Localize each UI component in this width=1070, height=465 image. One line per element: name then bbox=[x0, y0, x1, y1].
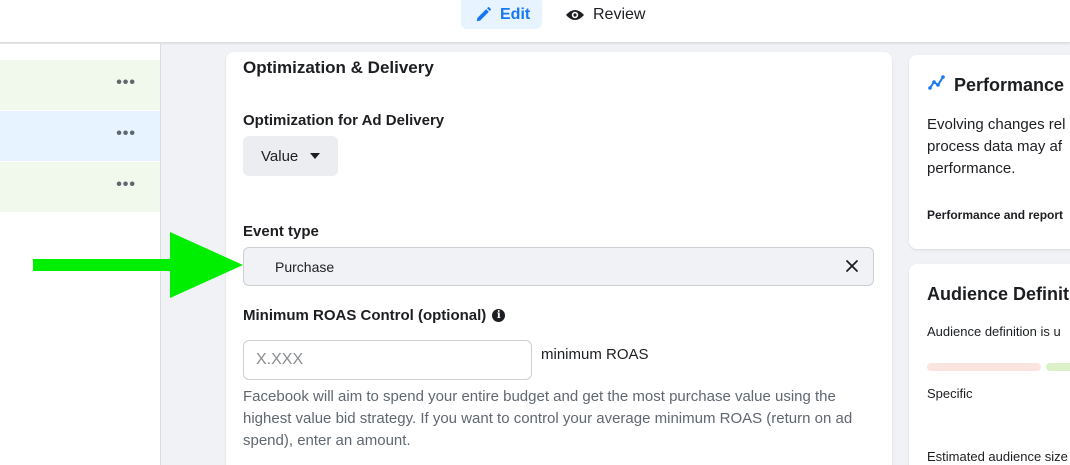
more-options-icon[interactable]: ••• bbox=[116, 125, 136, 143]
optimization-value: Value bbox=[261, 147, 299, 165]
roas-input[interactable] bbox=[243, 340, 532, 380]
optimization-delivery-card: Optimization & Delivery Optimization for… bbox=[226, 52, 892, 465]
roas-label: Minimum ROAS Control (optional) bbox=[243, 307, 487, 324]
optimization-dropdown[interactable]: Value bbox=[243, 136, 338, 176]
annotation-arrow bbox=[33, 232, 243, 298]
info-icon[interactable]: i bbox=[492, 309, 506, 322]
top-bar: Edit Review bbox=[0, 0, 1070, 43]
audience-title: Audience Definitio bbox=[927, 284, 1070, 304]
audience-subtitle: Audience definition is u bbox=[927, 324, 1061, 339]
more-options-icon[interactable]: ••• bbox=[116, 74, 136, 92]
tab-edit[interactable]: Edit bbox=[461, 0, 542, 29]
performance-card: Performance m Evolving changes rel proce… bbox=[909, 55, 1070, 249]
event-type-label: Event type bbox=[243, 223, 319, 240]
caret-down-icon bbox=[310, 153, 321, 159]
audience-meter-defined bbox=[1046, 363, 1070, 371]
help-text: Facebook will aim to spend your entire b… bbox=[243, 388, 853, 449]
tab-review[interactable]: Review bbox=[563, 0, 645, 29]
pencil-icon bbox=[476, 6, 492, 21]
event-type-value: Purchase bbox=[275, 258, 335, 275]
campaign-row[interactable]: ••• bbox=[0, 60, 160, 110]
optimization-label: Optimization for Ad Delivery bbox=[243, 112, 445, 129]
section-title: Optimization & Delivery bbox=[243, 58, 434, 77]
adset-row[interactable]: ••• bbox=[0, 111, 160, 161]
tab-review-label: Review bbox=[593, 5, 646, 23]
close-icon[interactable] bbox=[845, 259, 859, 273]
trend-icon bbox=[928, 75, 945, 90]
estimated-audience-label: Estimated audience size bbox=[927, 449, 1068, 464]
roas-label-row: Minimum ROAS Control (optional) i bbox=[243, 307, 506, 324]
specific-label: Specific bbox=[927, 386, 973, 401]
event-type-field[interactable]: Purchase bbox=[243, 247, 874, 286]
audience-definition-card: Audience Definitio Audience definition i… bbox=[909, 264, 1070, 465]
performance-body: Evolving changes rel process data may af… bbox=[927, 116, 1066, 177]
more-options-icon[interactable]: ••• bbox=[116, 176, 136, 194]
performance-footer[interactable]: Performance and report bbox=[927, 208, 1063, 222]
eye-icon bbox=[566, 9, 584, 20]
performance-title: Performance m bbox=[954, 75, 1070, 95]
roas-suffix: minimum ROAS bbox=[541, 346, 649, 363]
ad-row[interactable]: ••• bbox=[0, 162, 160, 212]
audience-meter-specific bbox=[927, 363, 1041, 371]
tab-edit-label: Edit bbox=[500, 5, 531, 23]
